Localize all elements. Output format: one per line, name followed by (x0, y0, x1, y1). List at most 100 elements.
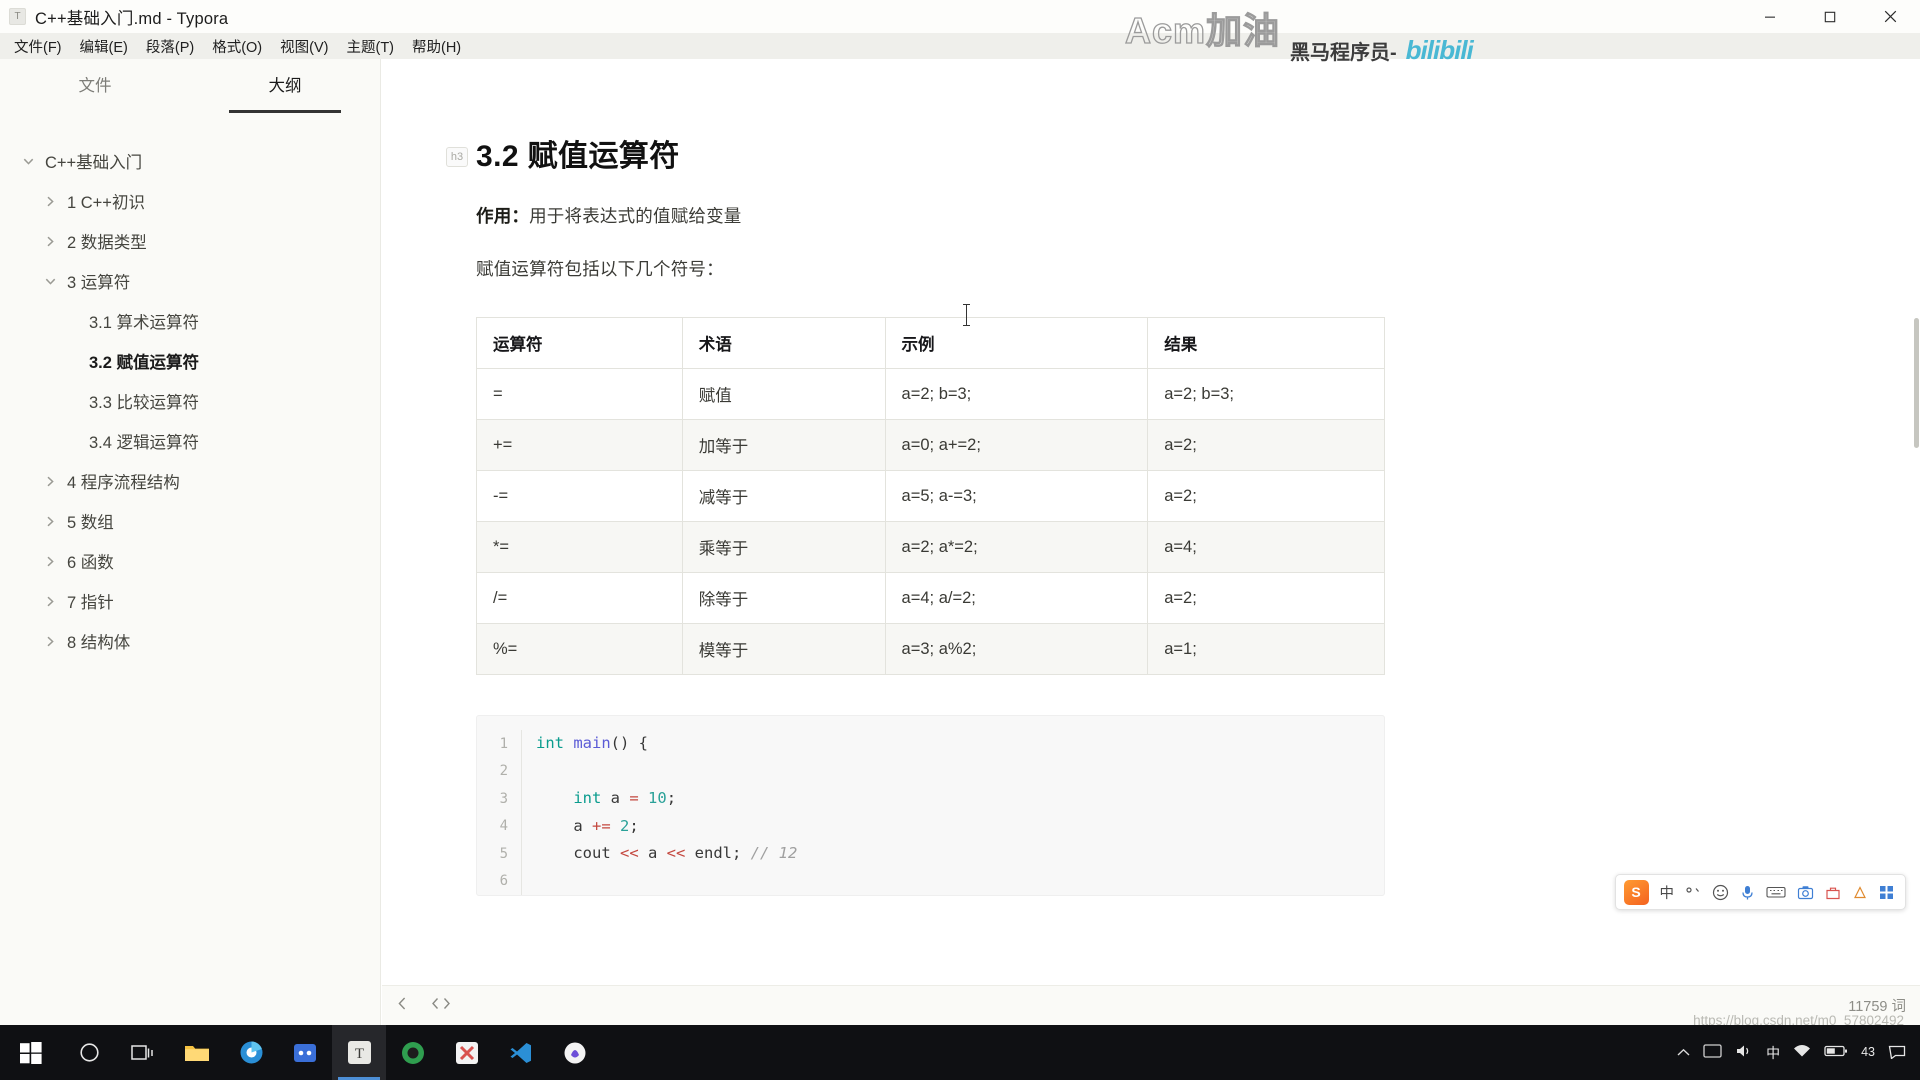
outline-item-12[interactable]: 8 结构体 (0, 621, 380, 661)
keyboard-icon[interactable] (1766, 885, 1786, 899)
chevron-right-icon[interactable] (42, 553, 58, 569)
battery-icon[interactable] (1824, 1044, 1848, 1061)
outline-item-9[interactable]: 5 数组 (0, 501, 380, 541)
outline-tree: C++基础入门 1 C++初识 2 数据类型 3 运算符 3.1 算术运算符 3.2 赋值… (0, 119, 380, 661)
menu-edit[interactable]: 编辑(E) (71, 33, 137, 59)
outline-item-label: 4 程序流程结构 (67, 474, 180, 492)
browser-icon[interactable] (224, 1025, 278, 1080)
tab-outline[interactable]: 大纲 (190, 59, 380, 119)
source-code-icon[interactable] (431, 996, 451, 1016)
code-line: 5 cout << a << endl; // 12 (477, 840, 1384, 868)
menu-view[interactable]: 视图(V) (271, 33, 337, 59)
scrollbar-thumb[interactable] (1914, 318, 1919, 448)
outline-item-label: 3.1 算术运算符 (89, 314, 200, 332)
action-center-icon[interactable] (1888, 1043, 1906, 1062)
speaker-icon[interactable] (1735, 1043, 1753, 1062)
menu-help[interactable]: 帮助(H) (403, 33, 470, 59)
skin-icon[interactable] (1852, 885, 1868, 900)
code-block[interactable]: 1 int main() {2 3 int a = 10; 4 a += 2; 5 co… (476, 715, 1385, 896)
code-text[interactable] (521, 867, 1384, 895)
chevron-right-icon[interactable] (42, 633, 58, 649)
app-blue-icon[interactable] (278, 1025, 332, 1080)
menu-grid-icon[interactable] (1879, 885, 1894, 900)
close-button[interactable] (1860, 0, 1920, 33)
chevron-right-icon[interactable] (42, 513, 58, 529)
editor-scrollbar[interactable] (1913, 118, 1920, 984)
code-text[interactable] (521, 757, 1384, 785)
outline-item-0[interactable]: C++基础入门 (0, 141, 380, 181)
outline-item-8[interactable]: 4 程序流程结构 (0, 461, 380, 501)
outline-item-label: 8 结构体 (67, 634, 131, 652)
code-text[interactable]: cout << a << endl; // 12 (521, 840, 1384, 868)
title-bar: T C++基础入门.md - Typora (0, 0, 1920, 33)
code-line: 6 (477, 867, 1384, 895)
outline-item-7[interactable]: 3.4 逻辑运算符 (0, 421, 380, 461)
show-hidden-icons-icon[interactable] (1677, 1045, 1690, 1060)
outline-item-1[interactable]: 1 C++初识 (0, 181, 380, 221)
code-text[interactable]: int main() { (521, 730, 1384, 758)
outline-item-6[interactable]: 3.3 比较运算符 (0, 381, 380, 421)
chevron-down-icon[interactable] (20, 153, 36, 169)
table-cell-1-0: += (476, 419, 683, 471)
maximize-button[interactable] (1800, 0, 1860, 33)
sogou-logo-icon[interactable]: S (1623, 879, 1649, 905)
x-app-icon[interactable] (440, 1025, 494, 1080)
minimize-button[interactable] (1740, 0, 1800, 33)
chevron-right-icon[interactable] (42, 193, 58, 209)
chevron-right-icon[interactable] (42, 473, 58, 489)
paragraph-intro: 赋值运算符包括以下几个符号： (476, 259, 724, 279)
outline-item-5[interactable]: 3.2 赋值运算符 (0, 341, 380, 381)
punctuation-icon[interactable] (1685, 885, 1701, 899)
outline-item-3[interactable]: 3 运算符 (0, 261, 380, 301)
microphone-icon[interactable] (1740, 884, 1755, 901)
paragraph-purpose-text: 用于将表达式的值赋给变量 (529, 206, 742, 226)
network-icon[interactable] (1793, 1043, 1811, 1062)
menu-format[interactable]: 格式(O) (203, 33, 271, 59)
outline-item-4[interactable]: 3.1 算术运算符 (0, 301, 380, 341)
code-line: 4 a += 2; (477, 812, 1384, 840)
vscode-icon[interactable] (494, 1025, 548, 1080)
snipaste-icon[interactable] (548, 1025, 602, 1080)
toolbox-icon[interactable] (1825, 885, 1841, 900)
code-text[interactable]: int a = 10; (521, 785, 1384, 813)
table-row: %= 模等于 a=3; a%2; a=1; (476, 623, 1385, 675)
outline-item-label: 6 函数 (67, 554, 114, 572)
battery-percent[interactable]: 43 (1861, 1045, 1875, 1061)
emoji-icon[interactable] (1712, 884, 1729, 901)
line-number: 4 (499, 818, 508, 835)
code-text[interactable]: a += 2; (521, 812, 1384, 840)
screenshot-icon[interactable] (1797, 885, 1814, 900)
typora-icon[interactable]: T (332, 1025, 386, 1080)
chevron-left-icon[interactable] (396, 996, 409, 1016)
outline-item-label: 3.4 逻辑运算符 (89, 434, 200, 452)
menu-paragraph[interactable]: 段落(P) (137, 33, 203, 59)
menu-file[interactable]: 文件(F) (5, 33, 71, 59)
tray-app-icon[interactable] (1703, 1043, 1722, 1062)
status-left-tools (382, 996, 451, 1016)
ime-language-toggle[interactable]: 中 (1660, 882, 1675, 903)
sidebar-tabs: 文件 大纲 (0, 59, 380, 119)
outline-item-11[interactable]: 7 指针 (0, 581, 380, 621)
task-view-icon[interactable] (116, 1025, 170, 1080)
outline-item-10[interactable]: 6 函数 (0, 541, 380, 581)
menu-theme[interactable]: 主题(T) (337, 33, 403, 59)
window-title: C++基础入门.md - Typora (35, 9, 229, 28)
tab-files[interactable]: 文件 (0, 59, 190, 119)
green-app-icon[interactable] (386, 1025, 440, 1080)
ime-indicator[interactable]: 中 (1766, 1043, 1780, 1063)
chevron-right-icon[interactable] (42, 593, 58, 609)
table-cell-5-0: %= (476, 623, 683, 675)
windows-start-icon[interactable] (0, 1025, 62, 1080)
cortana-search-icon[interactable] (62, 1025, 116, 1080)
table-cell-2-1: 减等于 (681, 470, 886, 522)
file-explorer-icon[interactable] (170, 1025, 224, 1080)
editor-area[interactable]: h3 3.2 赋值运算符 作用：用于将表达式的值赋给变量 赋值运算符包括以下几个… (382, 59, 1920, 984)
system-tray: 中 43 (1677, 1025, 1920, 1080)
table-row: *= 乘等于 a=2; a*=2; a=4; (476, 521, 1385, 573)
table-cell-0-2: a=2; b=3; (884, 368, 1149, 420)
chevron-right-icon[interactable] (42, 233, 58, 249)
table-cell-3-3: a=4; (1147, 521, 1385, 573)
sidebar: 文件 大纲 C++基础入门 1 C++初识 2 数据类型 3 运算符 3.1 算术运算符… (0, 59, 381, 1025)
outline-item-2[interactable]: 2 数据类型 (0, 221, 380, 261)
chevron-down-icon[interactable] (42, 273, 58, 289)
